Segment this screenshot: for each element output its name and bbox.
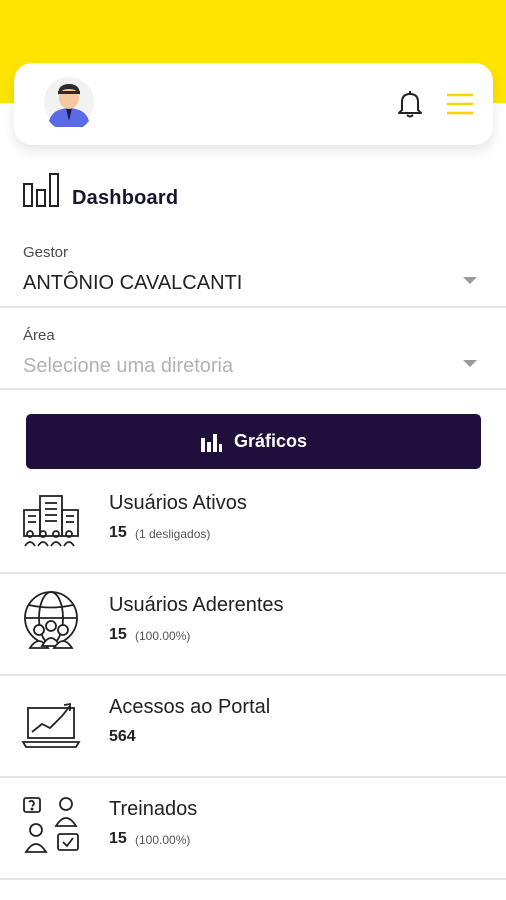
stat-value: 15 [109,626,127,643]
app-header [14,63,493,145]
gestor-value: ANTÔNIO CAVALCANTI [23,272,243,294]
bell-icon[interactable] [396,89,424,119]
gestor-select[interactable]: Gestor ANTÔNIO CAVALCANTI [0,236,506,308]
bar-chart-icon [200,433,222,452]
chevron-down-icon[interactable] [463,360,477,367]
stat-value: 564 [109,728,136,745]
area-placeholder: Selecione uma diretoria [23,355,234,377]
stat-acessos-portal[interactable]: Acessos ao Portal 564 [0,676,506,778]
stat-detail: (100.00%) [135,833,191,847]
stat-title: Usuários Ativos [109,492,247,514]
bar-chart-outline-icon [22,170,60,208]
stat-usuarios-aderentes[interactable]: Usuários Aderentes 15 (100.00%) [0,574,506,676]
stat-detail: (100.00%) [135,629,191,643]
stat-title: Treinados [109,798,198,820]
hamburger-menu-icon[interactable] [445,91,475,117]
stat-title: Usuários Aderentes [109,594,284,616]
office-building-people-icon [20,488,82,550]
stat-treinados[interactable]: Treinados 15 (100.00%) [0,778,506,880]
area-label: Área [23,327,55,344]
stat-usuarios-ativos[interactable]: Usuários Ativos 15 (1 desligados) [0,472,506,574]
stat-detail: (1 desligados) [135,527,211,541]
page-title: Dashboard [72,187,179,209]
area-select[interactable]: Área Selecione uma diretoria [0,318,506,390]
stat-title: Acessos ao Portal [109,696,271,718]
training-people-icon [20,794,82,856]
gestor-label: Gestor [23,244,69,261]
graficos-button-label: Gráficos [233,431,308,451]
chevron-down-icon[interactable] [463,277,477,284]
laptop-trend-chart-icon [20,692,82,754]
globe-people-icon [20,590,82,652]
stat-value: 15 [109,524,127,541]
stat-value: 15 [109,830,127,847]
graficos-button[interactable]: Gráficos [26,414,481,469]
user-avatar-icon[interactable] [44,77,94,131]
dashboard-heading: Dashboard [22,170,322,210]
